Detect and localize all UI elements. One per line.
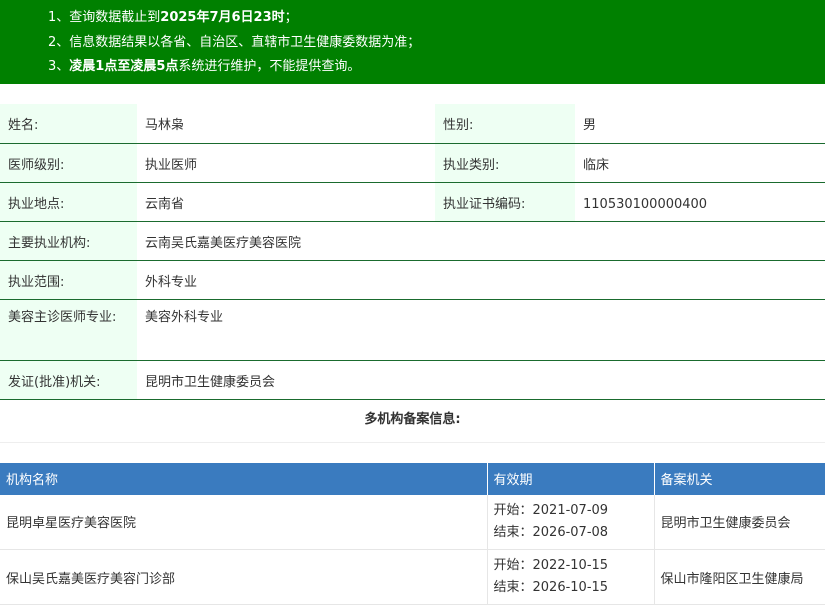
table-header: 机构名称 有效期 备案机关 — [0, 462, 825, 495]
cosmetic-value: 美容外科专业 — [145, 309, 224, 325]
info-row-location: 执业地点: 云南省 执业证书编码: 110530100000400 — [0, 182, 825, 222]
row-org-name: 保山吴氏嘉美医疗美容门诊部 — [0, 549, 488, 605]
notice-line-2: 2、信息数据结果以各省、自治区、直辖市卫生健康委数据为准； — [48, 34, 421, 50]
doctor-info-table: 姓名: 马林枭 性别: 男 医师级别: 执业医师 执业类别: 临床 执业地点: … — [0, 104, 825, 400]
issuer-value: 昆明市卫生健康委员会 — [145, 374, 276, 390]
multi-registration-title: 多机构备案信息: — [0, 400, 825, 443]
row-start: 开始：2022-10-15 — [493, 558, 609, 573]
info-row-org: 主要执业机构: 云南吴氏嘉美医疗美容医院 — [0, 221, 825, 261]
row-org-name: 昆明卓星医疗美容医院 — [0, 494, 488, 550]
gender-label: 性别: — [443, 118, 474, 133]
info-row-scope: 执业范围: 外科专业 — [0, 260, 825, 300]
table-row: 保山吴氏嘉美医疗美容门诊部 开始：2022-10-15 结束：2026-10-15… — [0, 549, 825, 605]
name-label: 姓名: — [8, 118, 39, 133]
header-validity: 有效期 — [487, 462, 655, 495]
info-row-issuer: 发证(批准)机关: 昆明市卫生健康委员会 — [0, 360, 825, 400]
header-authority: 备案机关 — [654, 462, 825, 495]
level-label: 医师级别: — [8, 157, 65, 173]
row-end: 结束：2026-07-08 — [493, 524, 609, 540]
cert-label: 执业证书编码: — [443, 196, 526, 212]
info-row-level: 医师级别: 执业医师 执业类别: 临床 — [0, 143, 825, 183]
gender-value: 男 — [583, 118, 597, 133]
category-label: 执业类别: — [443, 157, 500, 173]
row-end: 结束：2026-10-15 — [493, 580, 609, 595]
scope-label: 执业范围: — [8, 274, 65, 290]
info-row-name: 姓名: 马林枭 性别: 男 — [0, 104, 825, 144]
category-value: 临床 — [583, 157, 610, 173]
row-authority: 昆明市卫生健康委员会 — [654, 494, 825, 550]
level-value: 执业医师 — [145, 157, 198, 173]
notice-line-1: 1、查询数据截止到2025年7月6日23时； — [48, 10, 298, 25]
name-value: 马林枭 — [145, 118, 185, 133]
row-start: 开始：2021-07-09 — [493, 502, 609, 518]
table-row: 昆明卓星医疗美容医院 开始：2021-07-09 结束：2026-07-08 昆明… — [0, 494, 825, 550]
multi-registration-table: 机构名称 有效期 备案机关 昆明卓星医疗美容医院 开始：2021-07-09 结束… — [0, 462, 825, 605]
notice-banner: 1、查询数据截止到2025年7月6日23时； 2、信息数据结果以各省、自治区、直… — [0, 0, 825, 84]
row-authority: 保山市隆阳区卫生健康局 — [654, 549, 825, 605]
header-org-name: 机构名称 — [0, 462, 488, 495]
org-value: 云南吴氏嘉美医疗美容医院 — [145, 235, 302, 251]
cosmetic-label: 美容主诊医师专业: — [8, 309, 117, 325]
notice-line-3: 3、凌晨1点至凌晨5点系统进行维护，不能提供查询。 — [48, 59, 361, 74]
issuer-label: 发证(批准)机关: — [8, 374, 101, 390]
location-value: 云南省 — [145, 196, 185, 212]
location-label: 执业地点: — [8, 196, 65, 212]
scope-value: 外科专业 — [145, 274, 198, 290]
cert-value: 110530100000400 — [583, 196, 708, 212]
info-row-cosmetic: 美容主诊医师专业: 美容外科专业 — [0, 299, 825, 361]
org-label: 主要执业机构: — [8, 235, 91, 251]
